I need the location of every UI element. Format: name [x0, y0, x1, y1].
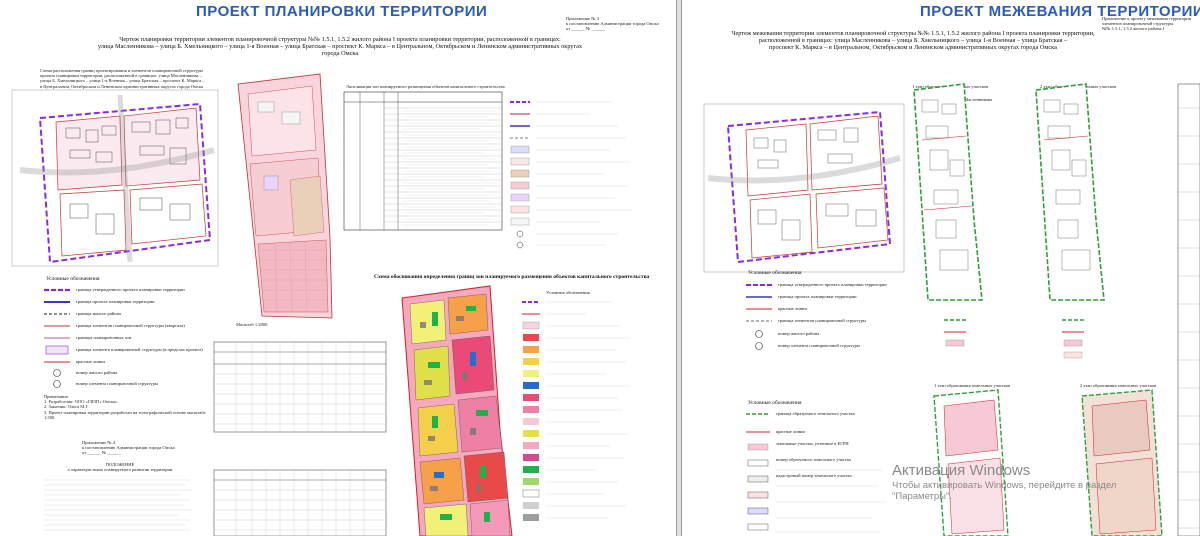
zone-legend-swatches: [510, 101, 530, 249]
legend-item: земельные участки, учтенные в ЕГРН: [776, 441, 849, 446]
legend-item: граница элементов планировочной структур…: [76, 323, 185, 328]
coordinate-table: [1177, 83, 1200, 536]
planning-plan: [237, 73, 333, 319]
legend-item: красные линии: [778, 306, 807, 311]
zone-scheme-title: Схема обоснования определения границ зон…: [374, 274, 650, 280]
stage-2-plan: [1035, 83, 1105, 301]
zone-scheme-map: [401, 285, 513, 536]
legend-item: номер жилого района: [76, 370, 118, 375]
surveying-legend2-text-lines: [776, 469, 886, 533]
legend-item: красные линии: [76, 359, 105, 364]
position-text-lines: [44, 479, 192, 531]
planning-legend-swatches: [44, 288, 70, 388]
watermark-line-1: Активация Windows: [892, 462, 1031, 479]
legend-item: номер жилого района: [778, 331, 820, 336]
position-title: ПОЛОЖЕНИЕ о характеристиках планируемого…: [67, 462, 173, 473]
planning-table-title: Экспликация зон планируемого размещения …: [346, 84, 505, 89]
legend-item: граница утвержденного проекта планировки…: [778, 282, 887, 287]
characteristics-table-2: [213, 469, 387, 536]
overview-map: [11, 89, 219, 267]
stage-1-plan: [913, 83, 983, 301]
planning-appendix-bottom: Приложение № 4 к постановлению Администр…: [82, 440, 175, 456]
surveying-drawing: [703, 83, 1200, 536]
planning-scale: Масштаб 1:2000: [236, 322, 268, 327]
legend-item: граница жилого района: [76, 311, 121, 316]
zone-legend-text-lines: [536, 101, 632, 246]
explication-table: [343, 91, 503, 231]
watermark-line-3: "Параметры".: [892, 491, 953, 502]
legend-item: красные линии: [776, 429, 805, 434]
surveying-legend-swatches: [746, 284, 772, 350]
scheme-legend-text-lines: [546, 301, 630, 519]
surveying-legend2-title: Условные обозначения: [748, 400, 802, 406]
planning-legend-title: Условные обозначения: [46, 276, 100, 282]
scheme-legend-swatches: [522, 301, 540, 521]
legend-item: граница элемента планировочной структуры…: [76, 347, 203, 352]
legend-item: границы планировочных зон: [76, 335, 132, 340]
legend-item: номер элемента планировочной структуры: [76, 381, 158, 386]
legend-item: граница утвержденного проекта планировки…: [76, 287, 185, 292]
legend-item: граница образуемого земельного участка: [776, 411, 855, 416]
surveying-legend2-swatches: [746, 413, 770, 531]
planning-notes: Примечание: 1. Разработчик: ООО «ГИЗП г.…: [44, 394, 206, 420]
legend-item: граница проекта планировки территории: [778, 294, 857, 299]
surveying-overview-map: [703, 103, 905, 273]
surveying-legend-title: Условные обозначения: [748, 270, 802, 276]
surveying-sheet: ПРОЕКТ МЕЖЕВАНИЯ ТЕРРИТОРИИ Приложение к…: [682, 0, 1200, 536]
characteristics-table-1: [213, 341, 387, 433]
watermark-line-2: Чтобы активировать Windows, перейдите в …: [892, 480, 1117, 491]
windows-activation-watermark: Активация Windows Чтобы активировать Win…: [892, 462, 1116, 502]
legend-item: номер элемента планировочной структуры: [778, 343, 860, 348]
zone-scheme-legend-title: Условные обозначения: [546, 290, 590, 295]
legend-item: граница элементов планировочной структур…: [778, 318, 866, 323]
stage-legend-swatches: [944, 319, 1084, 359]
planning-sheet: ПРОЕКТ ПЛАНИРОВКИ ТЕРРИТОРИИ Приложение …: [0, 0, 676, 536]
legend-item: граница проекта планировки территории: [76, 299, 155, 304]
